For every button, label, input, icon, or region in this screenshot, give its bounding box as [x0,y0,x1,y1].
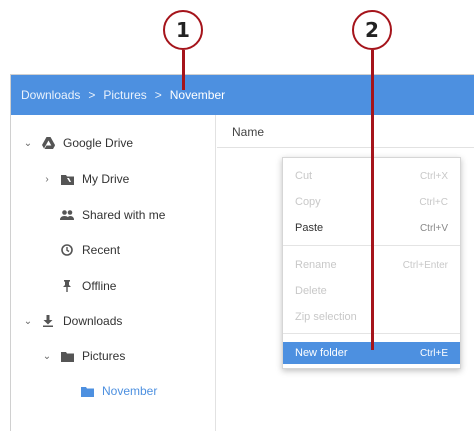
folder-icon [80,385,94,397]
breadcrumb-pictures[interactable]: Pictures [103,88,146,102]
menu-item-label: Zip selection [295,311,357,323]
sidebar-item-label: November [102,384,158,398]
folder-icon [60,350,74,362]
callout-1: 1 [163,10,203,50]
sidebar-item-label: Pictures [82,349,126,363]
sidebar-item-label: My Drive [82,172,130,186]
chevron-down-icon[interactable]: ⌄ [40,351,54,362]
sidebar-item-offline[interactable]: Offline [60,275,116,297]
sidebar-item-label: Shared with me [82,208,166,222]
menu-item-shortcut: Ctrl+Enter [402,259,448,271]
menu-item-label: Delete [295,285,327,297]
menu-item-shortcut: Ctrl+X [419,170,448,182]
people-icon [60,209,74,221]
breadcrumb-november[interactable]: November [170,88,225,102]
sidebar-item-label: Recent [82,243,121,257]
menu-item-label: Copy [295,196,321,208]
sidebar-item-label: Downloads [63,314,123,328]
google-drive-icon [41,137,55,149]
menu-item-shortcut: Ctrl+E [419,347,448,359]
breadcrumb-downloads[interactable]: Downloads [21,88,80,102]
sidebar-item-my-drive[interactable]: › My Drive [40,168,129,190]
sidebar-item-google-drive[interactable]: ⌄ Google Drive [21,132,133,154]
sidebar: ⌄ Google Drive › My Drive Shared with me… [11,115,216,431]
menu-item-label: Cut [295,170,313,182]
sidebar-item-label: Offline [82,279,117,293]
download-icon [41,315,55,327]
callout-1-pointer [182,50,185,90]
chevron-down-icon[interactable]: ⌄ [21,138,35,149]
callout-2: 2 [352,10,392,50]
clock-icon [60,244,74,256]
sidebar-item-downloads[interactable]: ⌄ Downloads [21,310,123,332]
breadcrumb-separator: > [88,88,96,102]
menu-item-label: New folder [295,347,348,359]
sidebar-item-november[interactable]: November [80,380,157,402]
sidebar-item-recent[interactable]: Recent [60,239,120,261]
menu-item-label: Paste [295,222,324,234]
breadcrumb-separator: > [154,88,162,102]
chevron-down-icon[interactable]: ⌄ [21,316,35,327]
sidebar-item-pictures[interactable]: ⌄ Pictures [40,345,126,367]
name-column-header[interactable]: Name [217,115,474,148]
sidebar-item-label: Google Drive [63,136,134,150]
folder-drive-icon [60,173,74,185]
callout-2-pointer [371,50,374,350]
pin-icon [60,280,74,292]
menu-item-label: Rename [295,259,337,271]
breadcrumb: Downloads > Pictures > November [11,75,474,115]
menu-item-shortcut: Ctrl+V [419,222,448,234]
chevron-right-icon[interactable]: › [40,174,54,185]
sidebar-item-shared-with-me[interactable]: Shared with me [60,204,165,226]
menu-item-shortcut: Ctrl+C [419,196,448,208]
